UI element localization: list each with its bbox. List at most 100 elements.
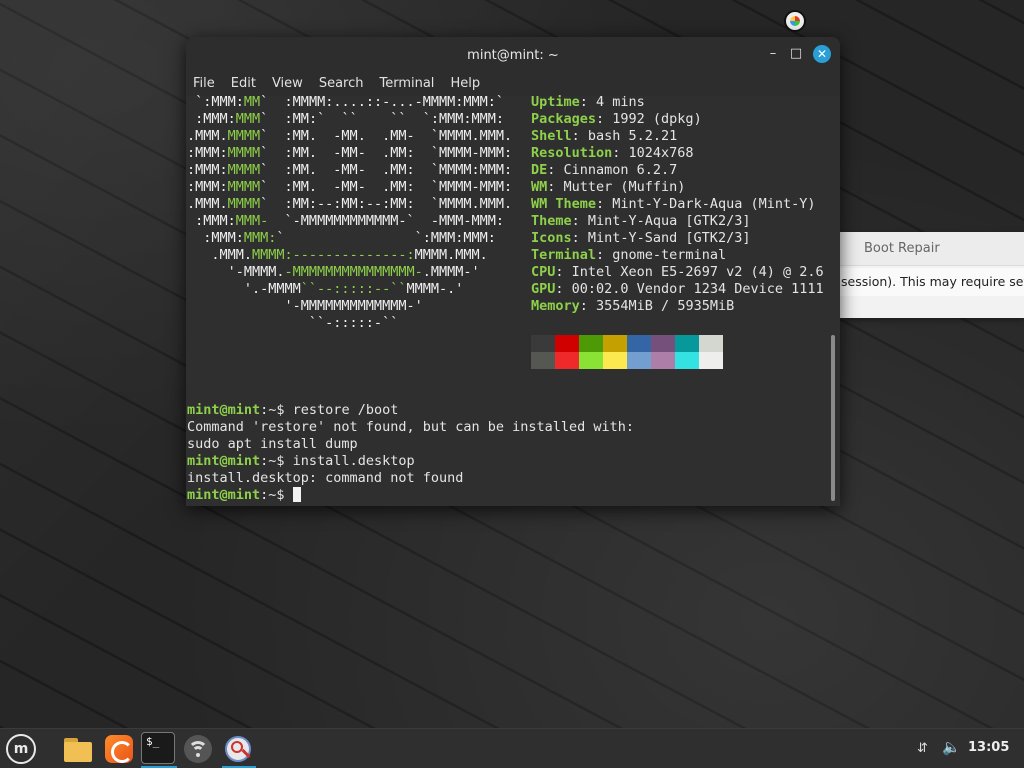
info-line: WM: Mutter (Muffin) <box>531 179 824 196</box>
info-key: GPU <box>531 281 556 297</box>
palette-swatch <box>699 352 723 369</box>
command-text: restore /boot <box>292 402 399 418</box>
palette-swatch <box>579 335 603 352</box>
scrollbar[interactable] <box>831 335 835 501</box>
minimize-button[interactable]: – <box>764 45 782 63</box>
prompt-user: mint@mint <box>187 453 261 469</box>
info-key: Shell <box>531 128 572 144</box>
info-line: Memory: 3554MiB / 5935MiB <box>531 298 824 315</box>
menu-view[interactable]: View <box>272 76 303 91</box>
info-line: Resolution: 1024x768 <box>531 145 824 162</box>
info-line: CPU: Intel Xeon E5-2697 v2 (4) @ 2.6 <box>531 264 824 281</box>
info-key: Memory <box>531 298 580 314</box>
color-palette <box>531 335 723 369</box>
mint-logo-icon[interactable]: m <box>6 734 36 764</box>
palette-swatch <box>699 335 723 352</box>
info-value: : Intel Xeon E5-2697 v2 (4) @ 2.6 <box>555 264 824 280</box>
boot-repair-icon[interactable] <box>222 733 254 765</box>
info-value: : gnome-terminal <box>596 247 727 263</box>
palette-swatch <box>651 335 675 352</box>
terminal-titlebar[interactable]: mint@mint: ~ – □ ✕ <box>186 37 840 70</box>
ascii-art-line: :MMM:MMM:` `:MMM:MMM: <box>187 230 496 246</box>
palette-swatch <box>627 352 651 369</box>
info-value: : Mint-Y-Dark-Aqua (Mint-Y) <box>596 196 816 212</box>
folder-icon[interactable] <box>62 733 94 765</box>
close-button[interactable]: ✕ <box>813 45 831 63</box>
volume-icon[interactable]: 🔈 <box>942 738 961 756</box>
palette-swatch <box>675 335 699 352</box>
command-text: install.desktop <box>292 453 415 469</box>
ascii-art-line: .MMM.MMMM:--------------:MMMM.MMM. <box>187 247 488 263</box>
info-line: Shell: bash 5.2.21 <box>531 128 824 145</box>
prompt-user: mint@mint <box>187 402 261 418</box>
menu-file[interactable]: File <box>193 76 215 91</box>
palette-swatch <box>531 352 555 369</box>
palette-swatch <box>675 352 699 369</box>
info-key: Theme <box>531 213 572 229</box>
info-value: : bash 5.2.21 <box>571 128 678 144</box>
boot-repair-window[interactable]: Boot Repair session). This may require s… <box>838 232 1024 318</box>
prompt-line: mint@mint:~$ <box>187 487 634 504</box>
info-line: Uptime: 4 mins <box>531 94 824 111</box>
palette-swatch <box>579 352 603 369</box>
info-key: DE <box>531 162 548 178</box>
info-value: : 4 mins <box>579 94 645 110</box>
palette-swatch <box>531 335 555 352</box>
prompt-user: mint@mint <box>187 487 261 503</box>
ascii-art-line: :MMM:MMM` :MM:` `` `` `:MMM:MMM: <box>187 111 505 127</box>
ascii-art-line: :MMM:MMMM` :MM. -MM- .MM: `MMMM:MMM: <box>187 162 513 178</box>
info-line: Icons: Mint-Y-Sand [GTK2/3] <box>531 230 824 247</box>
desktop-top-app-icon[interactable] <box>784 10 806 32</box>
boot-repair-text: session). This may require seve <box>839 268 1024 296</box>
boot-repair-title: Boot Repair <box>839 232 1024 266</box>
ascii-art-line: '.-MMMM``--:::::--``MMMM-.' <box>187 281 464 297</box>
ascii-art-line: .MMM.MMMM` :MM:--:MM:--:MM: `MMMM.MMM. <box>187 196 513 212</box>
info-value: : Mint-Y-Aqua [GTK2/3] <box>571 213 751 229</box>
info-key: WM <box>531 179 548 195</box>
info-key: Uptime <box>531 94 580 110</box>
ascii-art-line: :MMM:MMMM` :MM. -MM- .MM: `MMMM-MMM: <box>187 145 513 161</box>
network-status-icon[interactable]: ⇵ <box>917 741 935 757</box>
output-line: sudo apt install dump <box>187 436 358 452</box>
info-line: Terminal: gnome-terminal <box>531 247 824 264</box>
info-value: : 1992 (dpkg) <box>596 111 702 127</box>
palette-swatch <box>555 335 579 352</box>
terminal-output[interactable]: `:MMM:MM` :MMMM:....::-...-MMMM:MMM:` :M… <box>186 94 840 506</box>
terminal-window[interactable]: mint@mint: ~ – □ ✕ File Edit View Search… <box>186 37 840 506</box>
ascii-art-line: `:MMM:MM` :MMMM:....::-...-MMMM:MMM:` <box>187 94 505 110</box>
menu-search[interactable]: Search <box>319 76 364 91</box>
info-key: Terminal <box>531 247 597 263</box>
info-value: : Cinnamon 6.2.7 <box>547 162 678 178</box>
info-value: : Mutter (Muffin) <box>547 179 686 195</box>
ascii-art-line: :MMM:MMMM` :MM. -MM- .MM: `MMMM-MMM: <box>187 179 513 195</box>
info-line: Packages: 1992 (dpkg) <box>531 111 824 128</box>
info-key: Icons <box>531 230 572 246</box>
ascii-art-line: .MMM.MMMM` :MM. -MM. .MM- `MMMM.MMM. <box>187 128 513 144</box>
info-value: : 3554MiB / 5935MiB <box>579 298 735 314</box>
output-line: Command 'restore' not found, but can be … <box>187 419 635 435</box>
neofetch-system-info: Uptime: 4 mins Packages: 1992 (dpkg) Shell… <box>531 94 824 315</box>
menu-edit[interactable]: Edit <box>231 76 256 91</box>
terminal-icon[interactable]: $_ <box>141 732 175 764</box>
clock[interactable]: 13:05 <box>968 740 1009 755</box>
menu-terminal[interactable]: Terminal <box>379 76 434 91</box>
output-line: install.desktop: command not found <box>187 470 464 486</box>
terminal-icon-label: $_ <box>146 735 160 748</box>
palette-swatch <box>603 352 627 369</box>
prompt-line: mint@mint:~$ install.desktop <box>187 453 415 469</box>
menubar: File Edit View Search Terminal Help <box>186 70 840 96</box>
ascii-art-line: '-MMMMMMMMMMMMM-' <box>187 298 423 314</box>
info-value: : 1024x768 <box>612 145 694 161</box>
info-line: Theme: Mint-Y-Aqua [GTK2/3] <box>531 213 824 230</box>
palette-swatch <box>555 352 579 369</box>
info-key: CPU <box>531 264 556 280</box>
firefox-icon[interactable] <box>103 733 135 765</box>
menu-help[interactable]: Help <box>450 76 480 91</box>
ascii-art-line: ``-:::::-`` <box>187 315 399 331</box>
network-icon[interactable] <box>182 733 214 765</box>
palette-swatch <box>651 352 675 369</box>
neofetch-ascii-logo: `:MMM:MM` :MMMM:....::-...-MMMM:MMM:` :M… <box>187 94 512 332</box>
info-value: : Mint-Y-Sand [GTK2/3] <box>571 230 751 246</box>
prompt-line: mint@mint:~$ restore /boot <box>187 402 399 418</box>
maximize-button[interactable]: □ <box>787 45 805 63</box>
